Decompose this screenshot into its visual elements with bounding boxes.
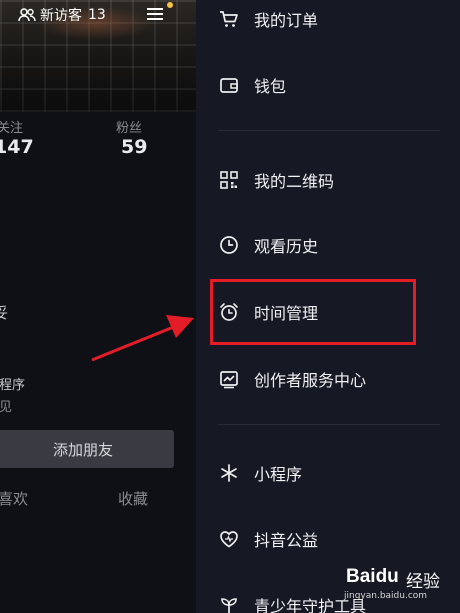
drawer-item-label: 抖音公益 <box>254 531 319 550</box>
followers-label: 粉丝 <box>116 121 143 136</box>
following-count[interactable]: 147 <box>0 136 34 158</box>
wallet-icon <box>218 74 240 96</box>
qrcode-icon <box>218 169 240 191</box>
watermark-brand: Baidu <box>346 566 399 587</box>
drawer-item-mini-programs[interactable]: 小程序 <box>218 459 302 487</box>
sprout-icon <box>218 594 240 613</box>
add-friend-label: 添加朋友 <box>52 440 113 459</box>
new-visitors-button[interactable]: 新访客 13 <box>18 5 106 25</box>
followers-count[interactable]: 59 <box>121 136 147 158</box>
watermark-url: jingyan.baidu.com <box>344 591 428 601</box>
watermark-jingyan: 经验 <box>406 572 440 592</box>
chart-icon <box>218 368 240 390</box>
drawer-item-watch-history[interactable]: 观看历史 <box>218 231 318 259</box>
miniapp-fragment: 程序 <box>0 378 26 393</box>
cart-icon <box>218 8 240 30</box>
highlight-box <box>210 279 416 345</box>
visitor-label: 新访客 <box>40 8 82 24</box>
drawer-item-qrcode[interactable]: 我的二维码 <box>218 166 334 194</box>
visitor-count: 13 <box>88 7 106 23</box>
drawer-item-wallet[interactable]: 钱包 <box>218 71 286 99</box>
drawer-item-label: 创作者服务中心 <box>254 371 367 390</box>
heart-icon <box>218 528 240 550</box>
drawer-item-orders[interactable]: 我的订单 <box>218 5 318 33</box>
baidu-jingyan-watermark: Baidu 经验 jingyan.baidu.com <box>344 558 456 610</box>
following-label: 关注 <box>0 121 24 136</box>
notification-dot <box>167 2 173 8</box>
drawer-item-creator-center[interactable]: 创作者服务中心 <box>218 365 366 393</box>
clock-icon <box>218 234 240 256</box>
drawer-item-charity[interactable]: 抖音公益 <box>218 525 318 553</box>
drawer-item-label: 小程序 <box>254 465 303 484</box>
menu-icon[interactable] <box>146 5 164 23</box>
bio-fragment: 妥 <box>0 304 9 322</box>
divider <box>218 424 440 425</box>
profile-panel: 新访客 13 关注 147 粉丝 59 妥 程序 见 添加朋友 喜欢 收藏 <box>0 0 196 613</box>
tab-likes[interactable]: 喜欢 <box>0 488 28 509</box>
drawer-item-label: 我的订单 <box>254 11 319 30</box>
tab-favorites[interactable]: 收藏 <box>118 488 148 509</box>
divider <box>218 130 440 131</box>
drawer-item-label: 我的二维码 <box>254 172 335 191</box>
drawer-item-label: 观看历史 <box>254 237 319 256</box>
drawer-item-label: 钱包 <box>254 77 287 96</box>
asterisk-icon <box>218 462 240 484</box>
add-friend-button[interactable]: 添加朋友 <box>0 430 174 468</box>
visibility-fragment: 见 <box>0 400 13 415</box>
visitors-icon <box>18 7 36 23</box>
